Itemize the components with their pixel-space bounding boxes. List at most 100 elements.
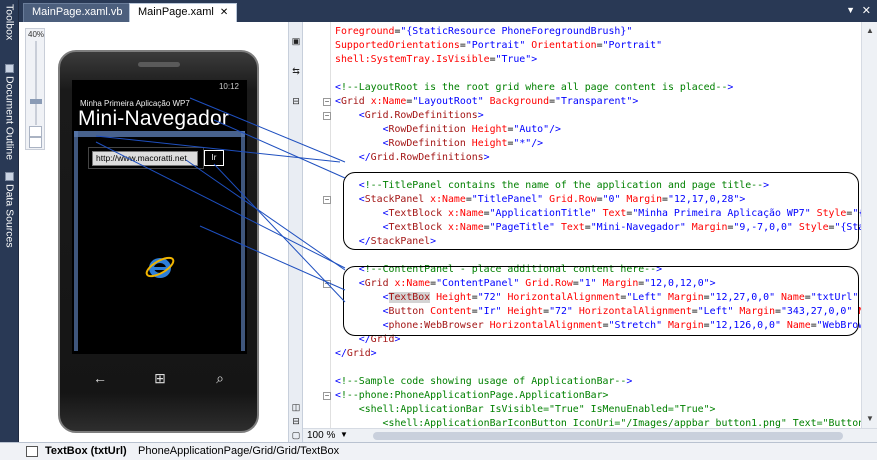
code-line[interactable]: <Grid.RowDefinitions> [335,109,484,123]
code-token: Height [471,138,508,149]
code-line[interactable]: <!--phone:PhoneApplicationPage.Applicati… [335,389,609,403]
zoom-track [35,41,37,125]
collapse-pane-icon[interactable]: ⊟ [291,96,301,106]
code-line[interactable]: <shell:ApplicationBar IsVisible="True" I… [335,403,716,417]
vertical-split-icon[interactable]: ◫ [291,402,301,412]
collapse-region-icon[interactable]: − [323,392,331,400]
code-token: Grid.RowDefinitions [370,152,484,163]
code-token: "Transparent" [555,96,633,107]
url-textbox[interactable]: http://www.macoratti.net [92,151,198,166]
design-surface[interactable]: 40% 10:12 Minha Primeira Aplicação WP7 M… [19,22,289,442]
search-icon[interactable]: ⌕ [200,364,240,392]
url-text: http://www.macoratti.net [96,153,187,163]
xaml-code-editor[interactable]: − − − − − Foreground="{StaticResource PhoneF… [303,22,861,428]
collapse-region-icon[interactable]: − [323,196,331,204]
code-token: "Auto" [513,124,550,135]
editor-zoom-select[interactable]: 100 % [307,430,335,441]
back-arrow-icon[interactable]: ← [80,364,120,392]
data-sources-icon [5,172,14,181]
code-gutter: − − − − − [303,22,331,428]
scroll-up-icon[interactable]: ▲ [866,26,874,35]
document-outline-tab[interactable]: Document Outline [1,64,18,160]
document-outline-toggle-icon[interactable] [26,446,38,457]
code-token: Grid [346,348,371,359]
code-token: > [370,348,377,359]
code-line[interactable]: <shell:ApplicationBarIconButton IconUri=… [335,417,861,428]
close-window-icon[interactable]: ✕ [862,4,871,17]
split-view-toolbar: ▣ ⇆ ⊟ ◫ ⊟ ▢ [289,22,303,442]
horizontal-scrollbar[interactable] [373,432,843,440]
zoom-slider[interactable] [30,99,42,104]
collapse-region-icon[interactable]: − [323,98,331,106]
code-token: </ [335,348,347,359]
collapse-region-icon[interactable]: − [323,112,331,120]
phone-screen[interactable]: 10:12 Minha Primeira Aplicação WP7 Mini-… [72,80,247,354]
zoom-value: 40% [28,30,45,39]
swap-panes-icon[interactable]: ⇆ [291,66,301,76]
grid-row-adorner[interactable] [74,131,245,137]
close-tab-icon[interactable]: ✕ [220,7,228,18]
code-line[interactable]: <!--Sample code showing usage of Applica… [335,375,632,389]
vertical-scrollbar[interactable]: ▲ ▼ [861,22,877,428]
tab-mainpage-xaml-vb[interactable]: MainPage.xaml.vb [23,3,132,22]
code-token: SupportedOrientations [335,40,460,51]
phone-speaker [138,62,180,67]
element-breadcrumb-bar: TextBox (txtUrl) PhoneApplicationPage/Gr… [0,442,877,460]
element-path[interactable]: PhoneApplicationPage/Grid/Grid/TextBox [138,445,339,457]
tab-mainpage-xaml[interactable]: MainPage.xaml ✕ [129,3,238,22]
code-line[interactable]: <!--LayoutRoot is the root grid where al… [335,81,733,95]
grid-column-adorner-right[interactable] [241,131,245,351]
fit-to-screen-button[interactable] [29,126,42,137]
document-outline-icon [5,64,14,73]
code-token: "Portrait" [602,40,663,51]
expand-pane-icon[interactable]: ▢ [291,430,301,440]
horizontal-split-icon[interactable]: ⊟ [291,416,301,426]
go-button-label: Ir [211,153,217,162]
code-line[interactable]: </Grid.RowDefinitions> [335,151,490,165]
code-line[interactable]: <RowDefinition Height="Auto"/> [335,123,561,137]
zoom-reset-button[interactable] [29,137,42,148]
code-token: <shell:ApplicationBarIconButton IconUri=… [335,418,861,428]
grid-column-adorner-left[interactable] [74,131,78,351]
code-token: /> [549,124,561,135]
code-token: RowDefinition [388,124,466,135]
zoom-dropdown-icon[interactable]: ▼ [340,430,348,439]
code-line[interactable]: SupportedOrientations="Portrait" Orienta… [335,39,662,53]
code-line[interactable]: </Grid> [335,347,377,361]
tab-dropdown-icon[interactable]: ▼ [846,5,855,15]
code-token: > [626,376,633,387]
code-token: Grid.RowDefinitions [364,110,478,121]
go-button[interactable]: Ir [204,150,224,166]
code-line[interactable]: shell:SystemTray.IsVisible="True"> [335,53,537,67]
page-title[interactable]: Mini-Navegador [78,107,229,131]
code-token: Grid [340,96,365,107]
pane-icon[interactable]: ▣ [291,36,301,46]
code-line[interactable]: <RowDefinition Height="*"/> [335,137,544,151]
code-line[interactable]: Foreground="{StaticResource PhoneForegro… [335,25,632,39]
toolbox-tab[interactable]: Toolbox [1,4,18,40]
code-token: <shell:ApplicationBar IsVisible="True" I… [335,404,716,415]
code-token: > [531,54,538,65]
internet-explorer-icon [145,256,175,278]
collapse-region-icon[interactable]: − [323,280,331,288]
code-token: Background [489,96,550,107]
scroll-down-icon[interactable]: ▼ [866,414,874,423]
phone-emulator-frame: 10:12 Minha Primeira Aplicação WP7 Mini-… [58,50,259,433]
code-token: "True" [495,54,532,65]
zoom-panel: 40% [25,28,45,150]
code-token: > [477,110,484,121]
code-token: > [483,152,490,163]
code-token: > [727,82,734,93]
code-token: "LayoutRoot" [412,96,484,107]
selected-element-name[interactable]: TextBox (txtUrl) [45,445,127,457]
phone-clock: 10:12 [218,82,239,91]
code-token: !--LayoutRoot is the root grid where all… [340,82,728,93]
tab-label: MainPage.xaml.vb [32,6,123,18]
toolbox-label: Toolbox [3,4,16,41]
data-sources-tab[interactable]: Data Sources [1,172,18,248]
code-line[interactable]: <Grid x:Name="LayoutRoot" Background="Tr… [335,95,638,109]
windows-start-icon[interactable]: ⊞ [140,364,180,392]
document-tab-bar: MainPage.xaml.vb MainPage.xaml ✕ ▼ ✕ [19,0,877,22]
